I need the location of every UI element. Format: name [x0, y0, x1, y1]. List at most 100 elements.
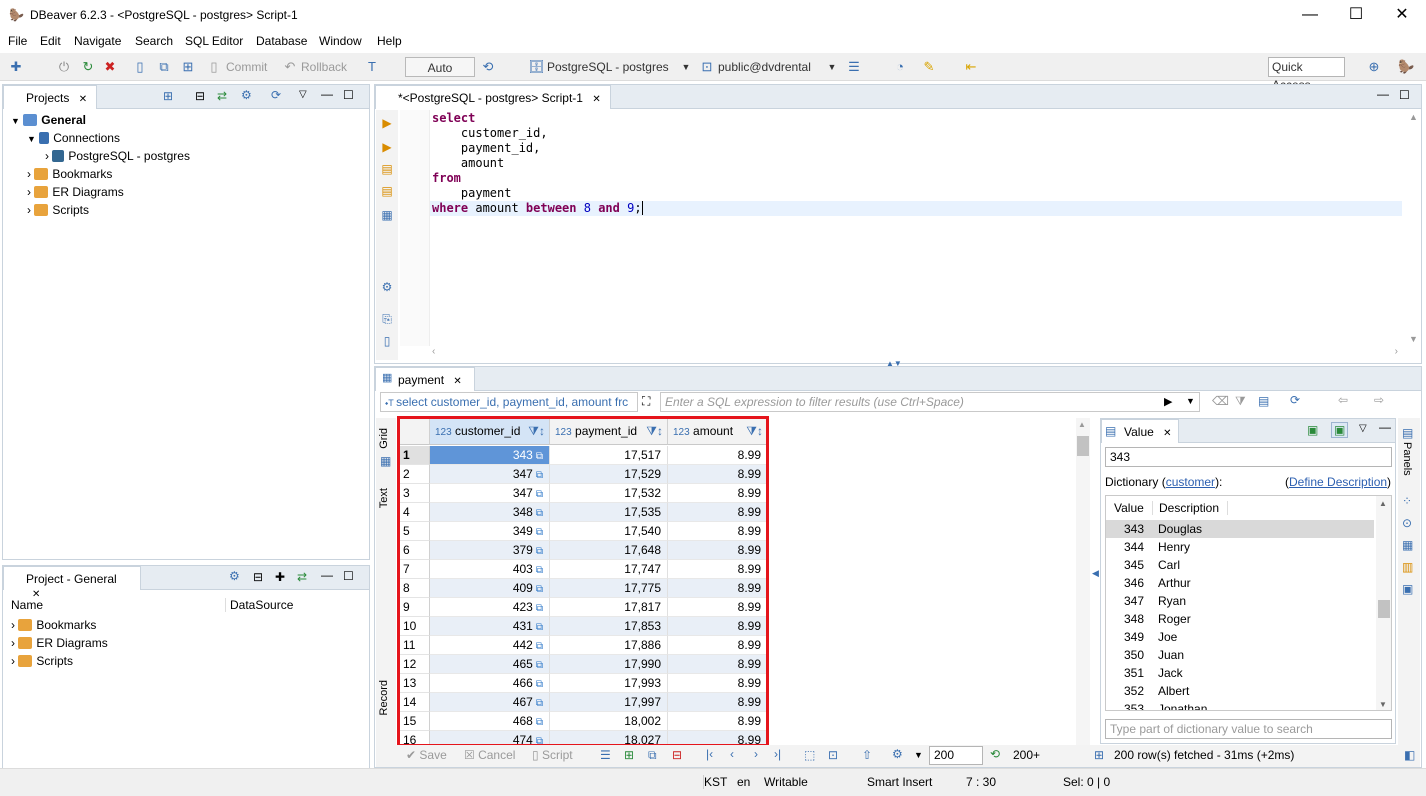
maximize-view-icon[interactable]: ☐	[343, 88, 354, 102]
menu-navigate[interactable]: Navigate	[74, 34, 121, 48]
disconnect-all-icon[interactable]: ✖	[102, 59, 118, 75]
dictionary-row[interactable]: 343 Douglas	[1106, 520, 1374, 538]
collapse-icon[interactable]: ⊟	[253, 570, 263, 584]
auto-commit-button[interactable]: Auto	[405, 57, 475, 77]
chevron-down-icon[interactable]: ▼	[824, 59, 840, 75]
metadata-icon[interactable]: ⁘	[1402, 494, 1412, 508]
value-field[interactable]: 343	[1105, 447, 1392, 467]
filter-settings-icon[interactable]: ⧩	[1235, 394, 1246, 409]
minimize-view-icon[interactable]: —	[1377, 87, 1389, 101]
dictionary-row[interactable]: 350 Juan	[1106, 646, 1374, 664]
save-filter-icon[interactable]: ▤	[1258, 394, 1269, 408]
tree-item-bookmarks[interactable]: › Bookmarks	[11, 618, 96, 632]
settings-gear-icon[interactable]: ⚙	[241, 88, 252, 102]
project-general-tab[interactable]: Project - General ✕	[3, 566, 141, 600]
edit-row-icon[interactable]: ☰	[600, 748, 611, 762]
export-icon[interactable]: ⎘	[380, 312, 394, 326]
add-row-icon[interactable]: ⊞	[624, 748, 634, 762]
copy-row-icon[interactable]: ⧉	[648, 748, 657, 763]
tree-item-scripts[interactable]: › Scripts	[27, 203, 89, 217]
dictionary-link[interactable]: customer	[1166, 475, 1215, 489]
grouping-icon[interactable]: ▦	[1402, 538, 1413, 552]
define-description-link[interactable]: (Define Description)	[1285, 475, 1391, 489]
editor-settings-gear-icon[interactable]: ⚙	[380, 280, 394, 294]
tree-item-postgres-connection[interactable]: › PostgreSQL - postgres	[45, 149, 190, 163]
maximize-button[interactable]: ☐	[1336, 4, 1376, 26]
minimize-view-icon[interactable]: —	[321, 87, 333, 101]
tree-item-general[interactable]: ▼ General	[11, 113, 86, 127]
transaction-mode-icon[interactable]: T	[364, 59, 380, 75]
link-editor-icon[interactable]: ⇄	[297, 570, 307, 584]
menu-database[interactable]: Database	[256, 34, 307, 48]
minimize-view-icon[interactable]: —	[1379, 420, 1391, 434]
reconnect-icon[interactable]: ↻	[80, 59, 96, 75]
collapse-icon[interactable]: ⊟	[195, 89, 205, 103]
dictionary-row[interactable]: 348 Roger	[1106, 610, 1374, 628]
dbeaver-perspective-icon[interactable]: 🦫	[1398, 59, 1414, 75]
tree-item-connections[interactable]: ▼ Connections	[27, 131, 120, 145]
dict-col-description-header[interactable]: Description	[1152, 501, 1228, 515]
expand-icon[interactable]: ✚	[275, 570, 285, 584]
tree-item-er-diagrams[interactable]: › ER Diagrams	[11, 636, 108, 650]
close-button[interactable]: ✕	[1382, 4, 1422, 26]
side-tab-grid[interactable]: Grid	[378, 428, 394, 449]
load-script-icon[interactable]: ▯	[380, 334, 394, 348]
back-icon[interactable]: ⇦	[1338, 393, 1348, 407]
dictionary-row[interactable]: 344 Henry	[1106, 538, 1374, 556]
sql-editor-icon[interactable]: ▯	[132, 59, 148, 75]
save-value-icon[interactable]: ▣	[1307, 423, 1318, 437]
panels-toggle-icon[interactable]: ◧	[1404, 748, 1415, 762]
execute-statement-icon[interactable]: ▶	[380, 116, 394, 130]
expand-filter-icon[interactable]: ⛶	[642, 394, 650, 409]
minimize-view-icon[interactable]: —	[321, 568, 333, 582]
grid-view-icon[interactable]: ▦	[380, 454, 391, 468]
delete-row-icon[interactable]: ⊟	[672, 748, 682, 762]
link-editor-icon[interactable]: ⇄	[217, 89, 227, 103]
new-connection-icon[interactable]: ✚	[8, 59, 24, 75]
close-icon[interactable]: ✕	[79, 94, 87, 105]
export-icon[interactable]: ⇧	[862, 748, 872, 762]
dictionary-row[interactable]: 346 Arthur	[1106, 574, 1374, 592]
toggle-layout-icon[interactable]: ⬚	[804, 748, 815, 762]
prev-page-icon[interactable]: ‹	[730, 747, 734, 761]
recent-script-icon[interactable]: ⧉	[156, 59, 172, 75]
maximize-view-icon[interactable]: ☐	[343, 569, 354, 583]
view-menu-icon[interactable]: ▽	[299, 89, 307, 100]
menu-window[interactable]: Window	[319, 34, 362, 48]
tree-item-er-diagrams[interactable]: › ER Diagrams	[27, 185, 124, 199]
maximize-view-icon[interactable]: ☐	[1399, 88, 1410, 102]
forward-icon[interactable]: ⇨	[1374, 393, 1384, 407]
script-button[interactable]: ▯ Script	[532, 748, 573, 762]
view-menu-icon[interactable]: ▽	[1359, 423, 1367, 434]
fetch-all-icon[interactable]: ⟲	[990, 747, 1000, 761]
filter-input[interactable]: Enter a SQL expression to filter results…	[660, 392, 1200, 412]
chevron-down-icon[interactable]: ▼	[914, 750, 923, 760]
dict-col-value-header[interactable]: Value	[1114, 501, 1144, 515]
menu-search[interactable]: Search	[135, 34, 173, 48]
close-icon[interactable]: ✕	[1163, 428, 1171, 439]
filter-history-icon[interactable]: ▼	[1186, 396, 1195, 406]
refresh-results-icon[interactable]: ⟳	[1290, 393, 1300, 407]
aggregate-icon[interactable]: ⊙	[1402, 516, 1412, 530]
fetch-more-button[interactable]: 200+	[1013, 748, 1040, 762]
query-text-field[interactable]: ⬩T select customer_id, payment_id, amoun…	[380, 392, 638, 412]
settings-gear-icon[interactable]: ⚙	[892, 747, 903, 761]
side-tab-text[interactable]: Text	[378, 488, 394, 508]
dictionary-row[interactable]: 352 Albert	[1106, 682, 1374, 700]
refresh-icon[interactable]: ⟳	[271, 88, 281, 102]
tree-item-scripts[interactable]: › Scripts	[11, 654, 73, 668]
apply-filter-icon[interactable]: ▶	[1164, 395, 1172, 408]
settings-gear-icon[interactable]: ⚙	[229, 569, 240, 583]
next-page-icon[interactable]: ›	[754, 747, 758, 761]
first-page-icon[interactable]: |‹	[706, 747, 713, 761]
disconnect-icon[interactable]: ⏻	[56, 59, 72, 75]
panels-side-tab[interactable]: ▤ Panels ⁘ ⊙ ▦ ▥ ▣	[1398, 418, 1420, 748]
column-datasource-header[interactable]: DataSource	[225, 598, 293, 612]
editor-vscrollbar[interactable]: ▲ ▼	[1406, 110, 1420, 346]
calc-icon[interactable]: ▥	[1402, 560, 1413, 574]
open-perspective-icon[interactable]: ⊕	[1366, 59, 1382, 75]
last-page-icon[interactable]: ›|	[774, 747, 781, 761]
script-tab[interactable]: *<PostgreSQL - postgres> Script-1 ✕	[375, 85, 611, 109]
panels-toggle-icon[interactable]: ⊡	[828, 748, 838, 762]
chevron-down-icon[interactable]: ▼	[678, 59, 694, 75]
